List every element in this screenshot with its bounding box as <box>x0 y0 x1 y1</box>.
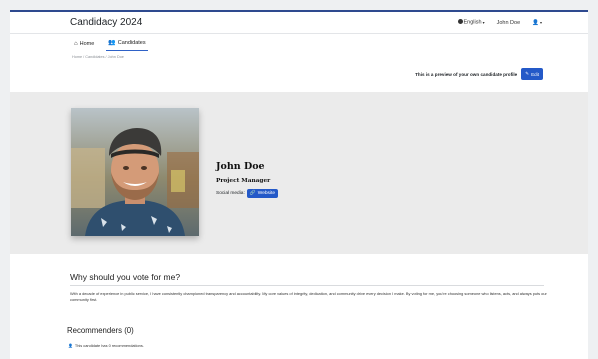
app-window: Candidacy 2024 English▾ John Doe 👤▾ ⌂ Ho… <box>10 10 588 359</box>
candidate-photo <box>71 108 199 236</box>
navbar-right: English▾ John Doe 👤▾ <box>457 19 588 26</box>
users-icon: 👥 <box>108 40 116 46</box>
recommenders-info: 👤 This candidate has 0 recommendations. <box>68 343 144 348</box>
tab-home-label: Home <box>79 41 95 47</box>
language-label: English <box>463 19 482 26</box>
user-icon: 👤 <box>532 19 539 26</box>
app-title[interactable]: Candidacy 2024 <box>70 17 142 28</box>
globe-icon <box>457 19 463 25</box>
link-icon: 🔗 <box>249 191 256 196</box>
website-button[interactable]: 🔗 Website <box>246 189 279 198</box>
candidate-name: John Doe <box>216 161 265 172</box>
preview-bar: This is a preview of your own candidate … <box>10 63 588 85</box>
preview-notice: This is a preview of your own candidate … <box>415 71 518 77</box>
user-menu-dropdown[interactable]: 👤▾ <box>532 20 542 26</box>
top-navbar: Candidacy 2024 English▾ John Doe 👤▾ <box>10 12 588 34</box>
recommenders-heading: Recommenders (0) <box>67 326 134 335</box>
home-icon: ⌂ <box>74 41 78 47</box>
social-media-row: Social media: 🔗 Website <box>216 189 279 198</box>
tab-home[interactable]: ⌂ Home <box>72 41 96 51</box>
language-dropdown[interactable]: English▾ <box>457 19 485 26</box>
website-button-label: Website <box>257 191 276 196</box>
tab-candidates-label: Candidates <box>117 39 146 46</box>
chevron-down-icon: ▾ <box>539 19 542 25</box>
chevron-down-icon: ▾ <box>482 19 485 25</box>
why-vote-text: With a decade of experience in public se… <box>70 291 547 303</box>
edit-button-label: Edit <box>531 71 539 77</box>
candidate-photo-image <box>71 108 199 236</box>
edit-button[interactable]: ✎ Edit <box>521 68 543 80</box>
edit-icon: ✎ <box>525 71 530 76</box>
breadcrumb[interactable]: Home / Candidates / John Doe <box>10 51 588 63</box>
profile-hero: John Doe Project Manager Social media: 🔗… <box>10 92 588 254</box>
user-name[interactable]: John Doe <box>497 20 521 26</box>
tab-candidates[interactable]: 👥 Candidates <box>106 39 148 51</box>
divider <box>70 285 544 286</box>
social-media-label: Social media: <box>216 191 245 196</box>
candidate-role: Project Manager <box>216 178 271 184</box>
user-icon: 👤 <box>68 343 73 348</box>
main-tabs: ⌂ Home 👥 Candidates <box>10 34 588 51</box>
why-vote-heading: Why should you vote for me? <box>70 272 181 282</box>
recommenders-text: This candidate has 0 recommendations. <box>74 343 144 348</box>
